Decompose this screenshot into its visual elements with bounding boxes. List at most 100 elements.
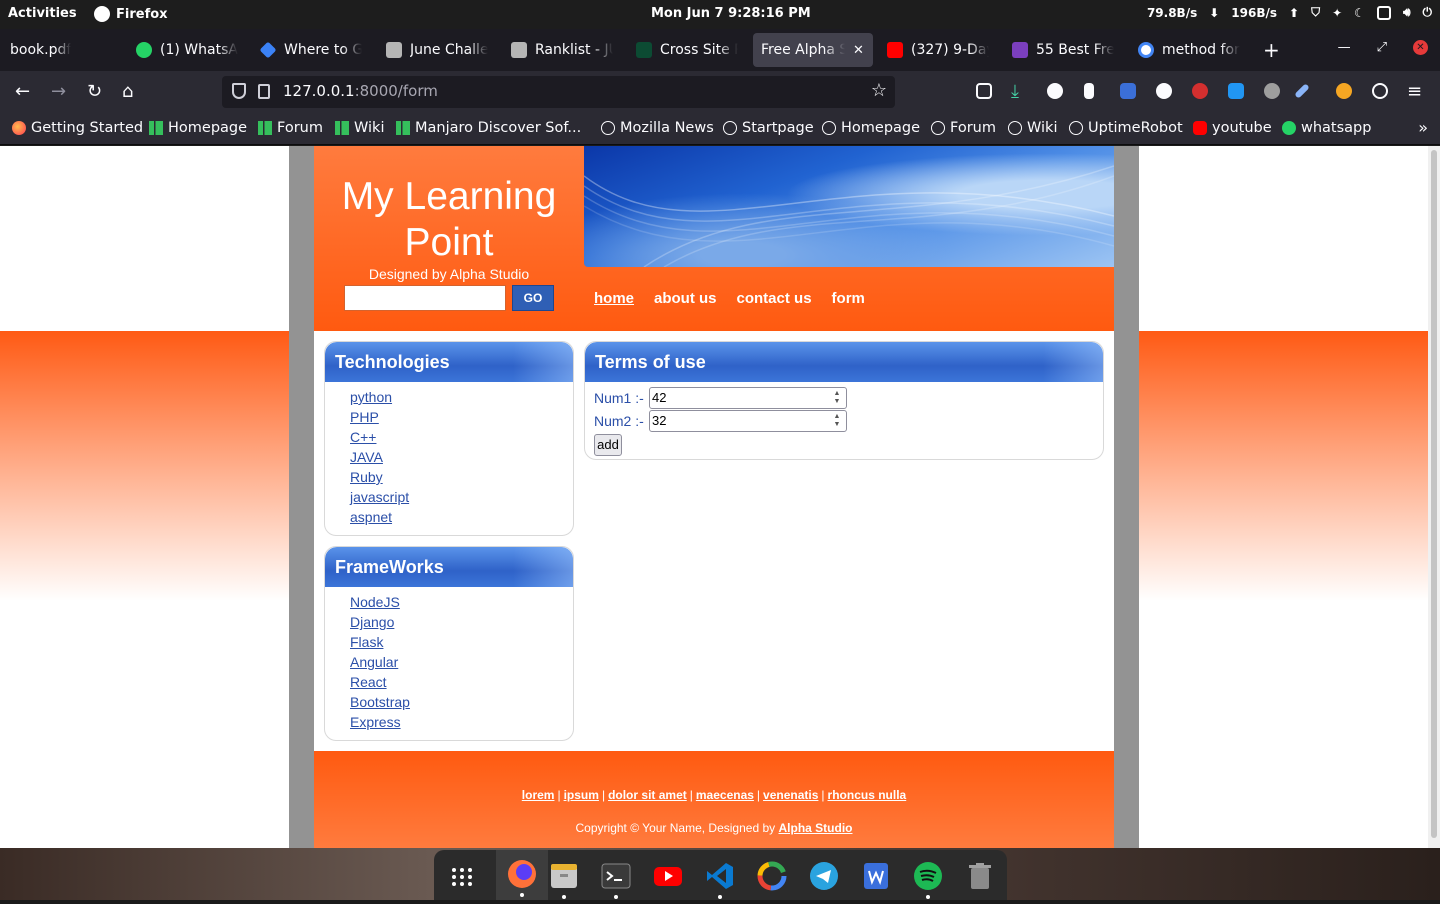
page-info-icon[interactable]: [258, 84, 270, 99]
tab-book-pdf[interactable]: book.pdf: [2, 33, 122, 67]
app-menu[interactable]: Firefox: [94, 6, 168, 22]
bookmark-whatsapp[interactable]: whatsapp: [1282, 120, 1371, 136]
bookmark-homepage-2[interactable]: Homepage: [822, 120, 920, 136]
app-grid-icon[interactable]: [446, 860, 478, 892]
tech-link[interactable]: python: [350, 389, 392, 405]
footer-link[interactable]: maecenas: [696, 788, 754, 802]
minimize-icon[interactable]: —: [1338, 40, 1351, 55]
translate-icon[interactable]: [1120, 83, 1136, 99]
number-spinner[interactable]: ▲ ▼: [828, 412, 846, 430]
downloads-icon[interactable]: ⤓: [1011, 82, 1019, 102]
chevron-double-right-icon[interactable]: »: [1418, 118, 1428, 137]
tech-link[interactable]: aspnet: [350, 509, 392, 525]
url-bar[interactable]: 127.0.0.1:8000/form ☆: [222, 76, 895, 108]
terminal-icon[interactable]: [600, 860, 632, 899]
bookmark-homepage[interactable]: Homepage: [149, 120, 247, 136]
number-spinner[interactable]: ▲ ▼: [828, 389, 846, 407]
footer-link[interactable]: ipsum: [564, 788, 599, 802]
framework-link[interactable]: Angular: [350, 654, 398, 670]
wps-writer-icon[interactable]: [860, 860, 892, 892]
bookmark-forum-2[interactable]: Forum: [931, 120, 996, 136]
tech-link[interactable]: javascript: [350, 489, 409, 505]
nav-home[interactable]: home: [594, 290, 634, 307]
block-ext-icon[interactable]: [1192, 83, 1208, 99]
ext-icon[interactable]: [1084, 83, 1094, 99]
footer-link[interactable]: venenatis: [763, 788, 818, 802]
tech-link[interactable]: C++: [350, 429, 376, 445]
notion-ext-icon[interactable]: [1047, 83, 1063, 99]
google-icon[interactable]: [756, 860, 788, 892]
tech-link[interactable]: JAVA: [350, 449, 383, 465]
go-button[interactable]: GO: [512, 285, 554, 311]
close-tab-icon[interactable]: ✕: [853, 43, 864, 58]
nav-form[interactable]: form: [832, 290, 865, 307]
tech-link[interactable]: PHP: [350, 409, 379, 425]
bookmark-manjaro-discover[interactable]: Manjaro Discover Sof...: [396, 120, 581, 136]
menu-icon[interactable]: ≡: [1407, 82, 1422, 102]
footer-link[interactable]: lorem: [522, 788, 555, 802]
add-button[interactable]: add: [594, 434, 622, 456]
close-window-icon[interactable]: ✕: [1413, 40, 1428, 55]
youtube-icon[interactable]: [652, 860, 684, 892]
spin-up-icon[interactable]: ▲: [834, 413, 841, 421]
framework-link[interactable]: Bootstrap: [350, 694, 410, 710]
tab-cross-site[interactable]: Cross Site R: [628, 33, 746, 67]
nav-contact-us[interactable]: contact us: [737, 290, 812, 307]
reload-icon[interactable]: ↻: [87, 82, 102, 102]
bookmark-wiki[interactable]: Wiki: [335, 120, 384, 136]
tech-link[interactable]: Ruby: [350, 469, 383, 485]
telegram-icon[interactable]: [808, 860, 840, 892]
tab-whatsapp[interactable]: (1) WhatsApp: [128, 33, 246, 67]
bookmark-wiki-2[interactable]: Wiki: [1008, 120, 1057, 136]
cloud-ext-icon[interactable]: [1264, 83, 1280, 99]
framework-link[interactable]: NodeJS: [350, 594, 400, 610]
ext-badge-icon[interactable]: [1228, 83, 1244, 99]
tracking-protection-icon[interactable]: [232, 83, 246, 99]
trash-icon[interactable]: [964, 860, 996, 892]
spin-down-icon[interactable]: ▼: [834, 398, 841, 406]
spin-up-icon[interactable]: ▲: [834, 390, 841, 398]
tab-june-challenge[interactable]: June Challenge: [378, 33, 496, 67]
bookmark-getting-started[interactable]: Getting Started: [12, 120, 143, 136]
pen-ext-icon[interactable]: [1294, 83, 1310, 99]
url-text[interactable]: 127.0.0.1:8000/form: [283, 82, 438, 100]
vscode-icon[interactable]: [704, 860, 736, 899]
forward-icon[interactable]: →: [51, 82, 66, 102]
back-icon[interactable]: ←: [15, 82, 30, 102]
scrollbar-thumb[interactable]: [1431, 150, 1437, 838]
tab-ranklist[interactable]: Ranklist - JU: [503, 33, 621, 67]
system-tray[interactable]: 79.8B/s ⬇ 196B/s ⬆ ⛉ ✦ ☾ 🔊︎ ⏻: [1147, 5, 1432, 20]
footer-link[interactable]: dolor sit amet: [608, 788, 687, 802]
spotify-icon[interactable]: [912, 860, 944, 899]
framework-link[interactable]: Express: [350, 714, 401, 730]
firefox-dock-item[interactable]: [496, 850, 548, 900]
bookmark-mozilla-news[interactable]: Mozilla News: [601, 120, 714, 136]
tab-free-alpha-studio[interactable]: Free Alpha Studio ✕: [753, 33, 873, 67]
new-tab-button[interactable]: +: [1263, 38, 1280, 62]
framework-link[interactable]: Flask: [350, 634, 383, 650]
bookmark-uptimerobot[interactable]: UptimeRobot: [1069, 120, 1183, 136]
restore-icon[interactable]: ⤢: [1377, 40, 1387, 55]
num1-input[interactable]: 42 ▲ ▼: [649, 386, 847, 409]
home-icon[interactable]: ⌂: [122, 82, 133, 102]
framework-link[interactable]: React: [350, 674, 387, 690]
tab-55-best-free[interactable]: 55 Best Free: [1004, 33, 1122, 67]
bookmark-youtube[interactable]: youtube: [1193, 120, 1272, 136]
tab-where-to-go[interactable]: Where to Go: [252, 33, 370, 67]
pocket-icon[interactable]: [976, 83, 992, 99]
activities-button[interactable]: Activities: [8, 6, 77, 21]
alpha-studio-link[interactable]: Alpha Studio: [778, 821, 852, 835]
emoji-ext-icon[interactable]: [1336, 83, 1352, 99]
clock[interactable]: Mon Jun 7 9:28:16 PM: [651, 6, 811, 21]
page-scrollbar[interactable]: [1428, 146, 1440, 848]
num2-input[interactable]: 32 ▲ ▼: [649, 409, 847, 432]
bookmark-startpage[interactable]: Startpage: [723, 120, 814, 136]
tab-method-for[interactable]: method for: [1130, 33, 1248, 67]
framework-link[interactable]: Django: [350, 614, 394, 630]
tab-youtube[interactable]: (327) 9-Day: [879, 33, 997, 67]
react-devtools-icon[interactable]: [1372, 83, 1388, 99]
files-icon[interactable]: [548, 860, 580, 899]
site-search-input[interactable]: [344, 285, 506, 311]
footer-link[interactable]: rhoncus nulla: [828, 788, 907, 802]
nav-about-us[interactable]: about us: [654, 290, 717, 307]
